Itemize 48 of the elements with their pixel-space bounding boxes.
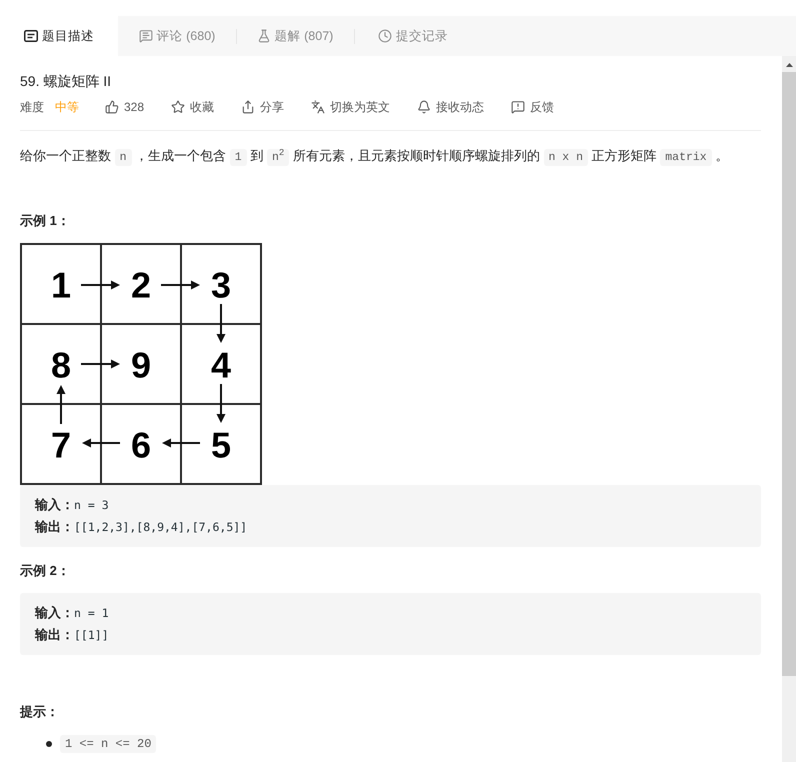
arrow <box>81 360 120 368</box>
difficulty-label: 难度 <box>20 98 44 116</box>
star-icon <box>171 100 186 114</box>
constraint-text: 1 <= n <= 20 <box>60 735 156 753</box>
arrow <box>161 280 200 290</box>
example-heading: 示例 1： <box>20 212 71 230</box>
comment-icon <box>138 29 153 43</box>
matrix-number: 3 <box>210 264 232 306</box>
arrow <box>162 438 200 448</box>
example-line: 输入：n = 1 <box>35 604 110 622</box>
action-button[interactable]: 接收动态 <box>417 98 484 116</box>
action-button[interactable]: 收藏 <box>171 98 214 116</box>
matrix-number: 4 <box>210 344 232 386</box>
matrix-number: 1 <box>50 264 72 306</box>
translate-icon <box>311 100 326 114</box>
action-button[interactable]: 分享 <box>241 98 284 116</box>
matrix-number: 5 <box>210 424 232 466</box>
example-line: 输入：n = 3 <box>35 496 110 514</box>
arrow <box>56 385 66 424</box>
bullet-icon <box>46 741 52 747</box>
arrow <box>216 384 226 423</box>
matrix-number: 7 <box>50 424 72 466</box>
clock-icon <box>378 29 392 43</box>
arrow <box>216 304 226 343</box>
scroll-up-icon[interactable] <box>786 63 792 67</box>
arrow <box>82 438 120 448</box>
matrix-number: 2 <box>130 264 152 306</box>
flask-icon <box>256 29 271 43</box>
action-button[interactable]: 切换为英文 <box>311 98 390 116</box>
thumbs-up-icon <box>105 100 119 114</box>
tab[interactable]: 题目描述 <box>0 16 118 56</box>
problem-title: 59. 螺旋矩阵 II <box>20 72 112 90</box>
matrix-number: 9 <box>130 344 152 386</box>
share-icon <box>241 100 256 114</box>
difficulty-value: 中等 <box>55 98 79 116</box>
example-line: 输出：[[1,2,3],[8,9,4],[7,6,5]] <box>35 518 248 536</box>
action-button[interactable]: 反馈 <box>511 98 554 116</box>
action-button[interactable]: 328 <box>105 98 144 116</box>
arrow <box>81 280 120 290</box>
bell-icon <box>417 100 432 114</box>
matrix-number: 8 <box>50 344 72 386</box>
example-heading: 示例 2： <box>20 562 71 580</box>
card-icon <box>24 29 38 43</box>
example-line: 输出：[[1]] <box>35 626 110 644</box>
hints-heading: 提示： <box>20 703 60 721</box>
feedback-icon <box>511 100 526 114</box>
matrix-number: 6 <box>130 424 152 466</box>
problem-description: 给你一个正整数 n ，生成一个包含 1 到 n$^{2}$ 所有元素，且元素按顺时针顺序螺旋排列的 n x n 正方形矩阵 matrix 。 <box>20 147 730 168</box>
